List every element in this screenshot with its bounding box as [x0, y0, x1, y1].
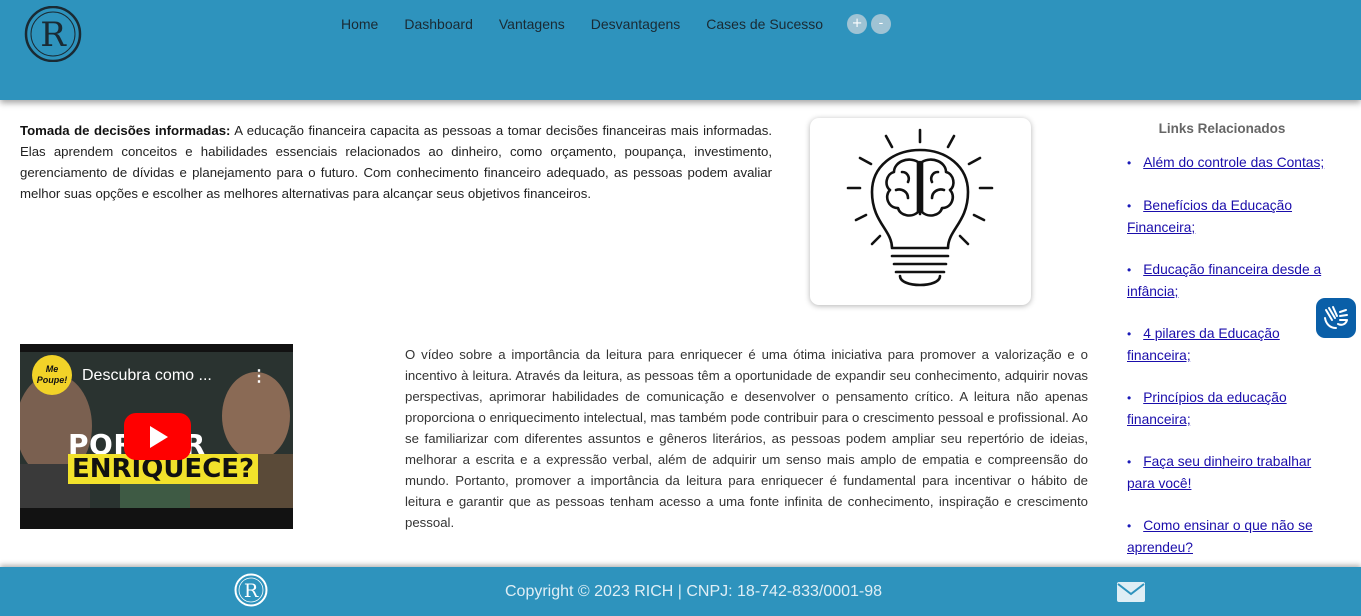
channel-avatar[interactable]: Me Poupe!	[32, 355, 72, 395]
zoom-in-button[interactable]: +	[847, 14, 868, 34]
list-item: • 4 pilares da Educação financeira;	[1117, 323, 1327, 366]
video-menu-icon[interactable]: ⋮	[251, 366, 267, 386]
nav-home[interactable]: Home	[341, 16, 378, 32]
list-item: • Como ensinar o que não se aprendeu?	[1117, 515, 1327, 558]
bullet: •	[1127, 519, 1132, 533]
related-links-title: Links Relacionados	[1158, 121, 1286, 136]
related-link[interactable]: Faça seu dinheiro trabalhar para você!	[1127, 454, 1311, 491]
list-item: • Princípios da educação financeira;	[1117, 387, 1327, 430]
logo-icon[interactable]: R	[22, 5, 84, 63]
bullet: •	[1127, 327, 1132, 341]
play-icon[interactable]	[124, 413, 191, 460]
list-item: • Benefícios da Educação Financeira;	[1117, 195, 1327, 238]
bullet: •	[1127, 263, 1132, 277]
nav-dashboard[interactable]: Dashboard	[404, 16, 473, 32]
mail-icon[interactable]	[1117, 582, 1145, 602]
intro-heading: Tomada de decisões informadas:	[20, 123, 231, 138]
video-description: O vídeo sobre a importância da leitura p…	[405, 347, 1088, 530]
list-item: • Educação financeira desde a infância;	[1117, 259, 1327, 302]
nav-cases-de-sucesso[interactable]: Cases de Sucesso	[706, 16, 823, 32]
main-nav: Home Dashboard Vantagens Desvantagens Ca…	[341, 14, 895, 34]
related-link[interactable]: 4 pilares da Educação financeira;	[1127, 326, 1280, 363]
video-player[interactable]: Me Poupe! Descubra como ... ⋮ POR LER EN…	[20, 344, 293, 529]
list-item: • Além do controle das Contas;	[1117, 152, 1327, 174]
related-links-list: • Além do controle das Contas; • Benefício…	[1117, 152, 1327, 558]
accessibility-button[interactable]	[1316, 298, 1356, 338]
bullet: •	[1127, 199, 1132, 213]
related-link[interactable]: Benefícios da Educação Financeira;	[1127, 198, 1292, 235]
nav-desvantagens[interactable]: Desvantagens	[591, 16, 681, 32]
header: R Home Dashboard Vantagens Desvantagens …	[0, 0, 1361, 100]
list-item: • Faça seu dinheiro trabalhar para você!	[1117, 451, 1327, 494]
bullet: •	[1127, 156, 1132, 170]
bullet: •	[1127, 455, 1132, 469]
intro-paragraph: Tomada de decisões informadas: A educaçã…	[20, 120, 772, 204]
related-link[interactable]: Além do controle das Contas;	[1143, 155, 1324, 170]
svg-text:R: R	[40, 15, 67, 55]
nav-vantagens[interactable]: Vantagens	[499, 16, 565, 32]
svg-text:R: R	[244, 580, 259, 602]
accessibility-hands-icon	[1324, 306, 1348, 329]
zoom-controls: + -	[847, 14, 895, 34]
related-link[interactable]: Princípios da educação financeira;	[1127, 390, 1287, 427]
lightbulb-brain-icon	[846, 128, 994, 287]
copyright-text: Copyright © 2023 RICH | CNPJ: 18-742-833…	[505, 583, 883, 600]
related-link[interactable]: Como ensinar o que não se aprendeu?	[1127, 518, 1313, 555]
bullet: •	[1127, 391, 1132, 405]
lightbulb-card	[810, 118, 1031, 305]
related-link[interactable]: Educação financeira desde a infância;	[1127, 262, 1321, 299]
zoom-out-button[interactable]: -	[871, 14, 892, 34]
footer: R Copyright © 2023 RICH | CNPJ: 18-742-8…	[0, 567, 1361, 616]
footer-logo-icon[interactable]: R	[234, 572, 268, 608]
video-title[interactable]: Descubra como ...	[82, 367, 212, 385]
related-links: Links Relacionados • Além do controle das…	[1117, 118, 1327, 579]
